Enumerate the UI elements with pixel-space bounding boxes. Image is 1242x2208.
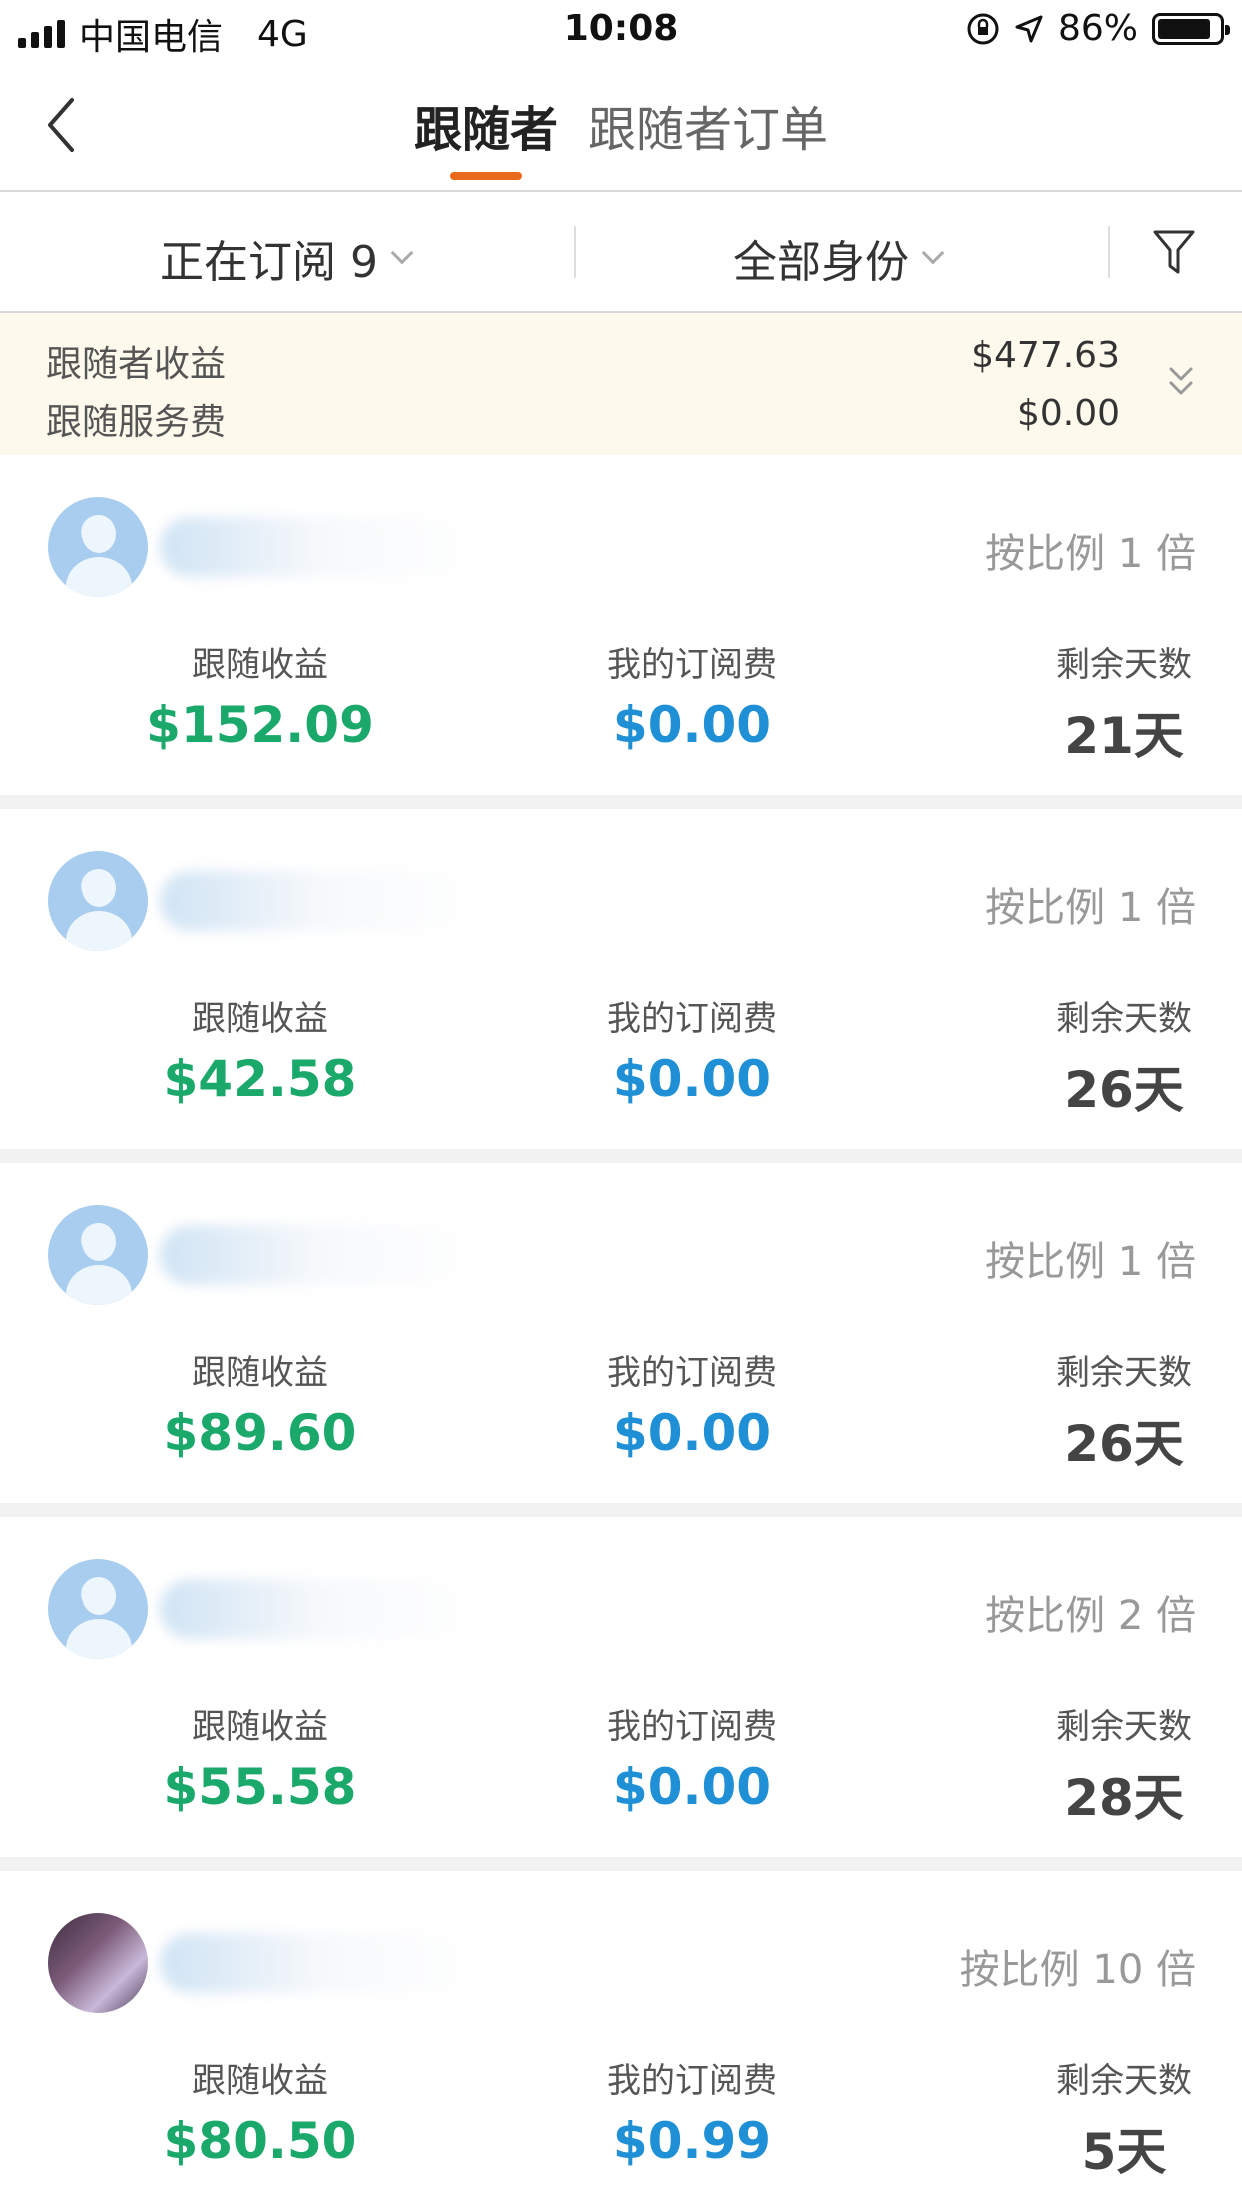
tab-follower-orders[interactable]: 跟随者订单 xyxy=(588,90,828,160)
earnings-column: 跟随收益 $89.60 xyxy=(110,1345,410,1462)
orientation-lock-icon xyxy=(967,13,999,44)
days-label: 剩余天数 xyxy=(1056,999,1192,1039)
earnings-label: 跟随收益 xyxy=(192,645,328,685)
follower-name-redacted xyxy=(160,1225,480,1285)
fee-label: 我的订阅费 xyxy=(607,1353,777,1393)
avatar xyxy=(48,1913,148,2013)
follower-name-redacted xyxy=(160,871,480,931)
follower-card[interactable]: 按比例 10 倍 跟随收益 $80.50 我的订阅费 $0.99 剩余天数 5天 xyxy=(0,1871,1242,2208)
card-gap xyxy=(0,1857,1242,1871)
avatar xyxy=(48,851,148,951)
earnings-label: 跟随收益 xyxy=(192,2061,328,2101)
status-right: 86% xyxy=(966,8,1230,49)
days-column: 剩余天数 21天 xyxy=(974,637,1242,768)
earnings-label: 跟随收益 xyxy=(192,999,328,1039)
battery-percent: 86% xyxy=(1057,8,1138,49)
follower-name-redacted xyxy=(160,1579,480,1639)
days-label: 剩余天数 xyxy=(1056,1353,1192,1393)
service-fee-label: 跟随服务费 xyxy=(46,402,227,443)
days-label: 剩余天数 xyxy=(1056,645,1192,685)
fee-column: 我的订阅费 $0.00 xyxy=(542,637,842,754)
battery-icon xyxy=(1152,12,1230,45)
expand-icon[interactable] xyxy=(1166,361,1196,401)
earnings-column: 跟随收益 $55.58 xyxy=(110,1699,410,1816)
subscription-status-dropdown[interactable]: 正在订阅 9 xyxy=(160,226,414,290)
fee-column: 我的订阅费 $0.00 xyxy=(542,1699,842,1816)
days-value: 28天 xyxy=(1064,1769,1184,1827)
card-gap xyxy=(0,795,1242,809)
fee-label: 我的订阅费 xyxy=(607,1707,777,1747)
ratio-label: 按比例 10 倍 xyxy=(959,1947,1196,1993)
tab-followers[interactable]: 跟随者 xyxy=(414,90,558,160)
earnings-value: $42.58 xyxy=(163,1050,357,1108)
follower-card[interactable]: 按比例 2 倍 跟随收益 $55.58 我的订阅费 $0.00 剩余天数 28天 xyxy=(0,1517,1242,1857)
divider xyxy=(1108,226,1110,278)
days-value: 26天 xyxy=(1064,1415,1184,1473)
fee-label: 我的订阅费 xyxy=(607,2061,777,2101)
ratio-label: 按比例 1 倍 xyxy=(985,885,1196,931)
earnings-value: $152.09 xyxy=(146,696,374,754)
days-column: 剩余天数 26天 xyxy=(974,1345,1242,1476)
chevron-down-icon xyxy=(921,241,945,265)
avatar xyxy=(48,1205,148,1305)
earnings-column: 跟随收益 $152.09 xyxy=(110,637,410,754)
days-label: 剩余天数 xyxy=(1056,1707,1192,1747)
earnings-value: $80.50 xyxy=(163,2112,357,2170)
fee-value: $0.00 xyxy=(612,1404,772,1462)
follower-name-redacted xyxy=(160,517,480,577)
card-gap xyxy=(0,1149,1242,1163)
earnings-column: 跟随收益 $42.58 xyxy=(110,991,410,1108)
days-value: 26天 xyxy=(1064,1061,1184,1119)
chevron-down-icon xyxy=(390,241,414,265)
earnings-label: 跟随收益 xyxy=(192,1707,328,1747)
avatar xyxy=(48,1559,148,1659)
follower-earnings-label: 跟随者收益 xyxy=(46,344,227,385)
fee-label: 我的订阅费 xyxy=(607,999,777,1039)
divider xyxy=(574,226,576,278)
days-column: 剩余天数 5天 xyxy=(974,2053,1242,2184)
fee-column: 我的订阅费 $0.00 xyxy=(542,1345,842,1462)
nav-bar: 跟随者 跟随者订单 xyxy=(0,62,1242,192)
fee-column: 我的订阅费 $0.00 xyxy=(542,991,842,1108)
days-column: 剩余天数 26天 xyxy=(974,991,1242,1122)
fee-label: 我的订阅费 xyxy=(607,645,777,685)
status-bar: 中国电信 4G 10:08 86% xyxy=(0,0,1242,62)
earnings-summary: 跟随者收益 $477.63 跟随服务费 $0.00 xyxy=(0,313,1242,455)
tab-indicator xyxy=(450,172,522,180)
fee-value: $0.99 xyxy=(612,2112,772,2170)
earnings-column: 跟随收益 $80.50 xyxy=(110,2053,410,2170)
days-label: 剩余天数 xyxy=(1056,2061,1192,2101)
filter-bar: 正在订阅 9 全部身份 xyxy=(0,192,1242,313)
follower-card[interactable]: 按比例 1 倍 跟随收益 $42.58 我的订阅费 $0.00 剩余天数 26天 xyxy=(0,809,1242,1149)
location-icon xyxy=(1015,15,1043,42)
earnings-value: $55.58 xyxy=(163,1758,357,1816)
days-column: 剩余天数 28天 xyxy=(974,1699,1242,1830)
fee-column: 我的订阅费 $0.99 xyxy=(542,2053,842,2170)
subscription-status-label: 正在订阅 9 xyxy=(160,237,378,288)
fee-value: $0.00 xyxy=(612,696,772,754)
back-button[interactable] xyxy=(38,90,88,160)
earnings-label: 跟随收益 xyxy=(192,1353,328,1393)
follower-card[interactable]: 按比例 1 倍 跟随收益 $152.09 我的订阅费 $0.00 剩余天数 21… xyxy=(0,455,1242,795)
ratio-label: 按比例 1 倍 xyxy=(985,531,1196,577)
fee-value: $0.00 xyxy=(612,1050,772,1108)
card-gap xyxy=(0,1503,1242,1517)
service-fee-value: $0.00 xyxy=(1016,393,1120,434)
earnings-value: $89.60 xyxy=(163,1404,357,1462)
days-value: 21天 xyxy=(1064,707,1184,765)
filter-icon[interactable] xyxy=(1152,226,1196,278)
days-value: 5天 xyxy=(1081,2123,1167,2181)
follower-earnings-value: $477.63 xyxy=(971,335,1120,376)
ratio-label: 按比例 1 倍 xyxy=(985,1239,1196,1285)
fee-value: $0.00 xyxy=(612,1758,772,1816)
follower-card[interactable]: 按比例 1 倍 跟随收益 $89.60 我的订阅费 $0.00 剩余天数 26天 xyxy=(0,1163,1242,1503)
avatar xyxy=(48,497,148,597)
role-label: 全部身份 xyxy=(733,237,909,288)
ratio-label: 按比例 2 倍 xyxy=(985,1593,1196,1639)
role-dropdown[interactable]: 全部身份 xyxy=(733,226,945,290)
follower-name-redacted xyxy=(160,1933,480,1993)
